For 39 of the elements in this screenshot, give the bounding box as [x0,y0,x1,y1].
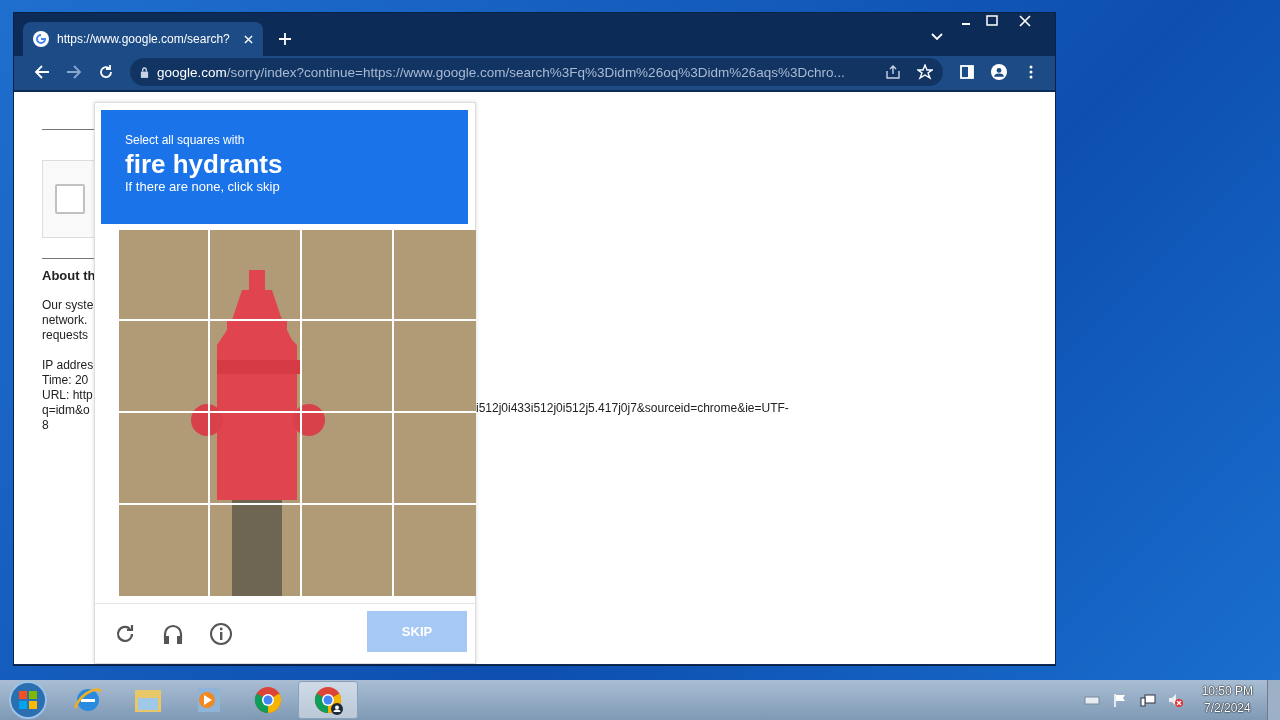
url-text: i512j0i433i512j0i512j5.417j0j7&sourceid=chrome&ie=UTF- [476,401,789,415]
close-icon[interactable] [244,34,253,44]
checkbox[interactable] [55,184,85,214]
url-text: google.com/sorry/index?continue=https://www.google.com/search%3Fq%3Didm%26oq%3Didm%26aqs%3Dchro... [157,64,846,80]
star-icon[interactable] [917,64,933,80]
google-icon [33,31,49,47]
paragraph-line: 8 [42,418,50,433]
info-icon[interactable] [209,621,233,646]
paragraph-line: Time: 20 [42,373,90,388]
clock-date[interactable]: 7/2/2024 [1201,700,1253,717]
paragraph-line: requests [42,328,90,343]
start-button[interactable] [8,680,48,720]
paragraph-line: Our syste [42,298,94,313]
network-icon[interactable] [1139,692,1156,708]
reload-icon[interactable] [98,64,114,80]
speaker-muted-icon[interactable] [1167,692,1184,708]
paragraph-line: network. [42,313,89,328]
instruction-text: Select all squares with [125,133,246,147]
photo-tile-grid[interactable] [119,230,476,596]
paragraph-line: q=idm&o [42,403,91,418]
new-tab-icon[interactable] [279,33,291,45]
forward-icon[interactable] [66,64,82,80]
chrome-profile-icon [312,684,344,716]
chevron-down-icon[interactable] [931,33,943,41]
target-text: fire hydrants [125,149,284,179]
back-icon[interactable] [34,64,50,80]
taskbar-app[interactable] [298,681,358,719]
address-bar[interactable]: google.com/sorry/index?continue=https://www.google.com/search%3Fq%3Didm%26oq%3Didm%26aqs%3Dchro... [130,58,943,86]
lock-icon [140,66,149,78]
browser-tab[interactable]: https://www.google.com/search? [23,22,263,56]
clock-time[interactable]: 10:50 PM [1201,683,1253,700]
paragraph-line: IP addres [42,358,94,373]
hint-text: If there are none, click skip [125,179,281,194]
paragraph-line: URL: http [42,388,94,403]
share-icon[interactable] [885,64,901,80]
side-panel-icon[interactable] [959,64,975,80]
flag-icon[interactable] [1111,692,1128,708]
profile-icon[interactable] [991,64,1007,80]
chrome-icon [252,684,284,716]
